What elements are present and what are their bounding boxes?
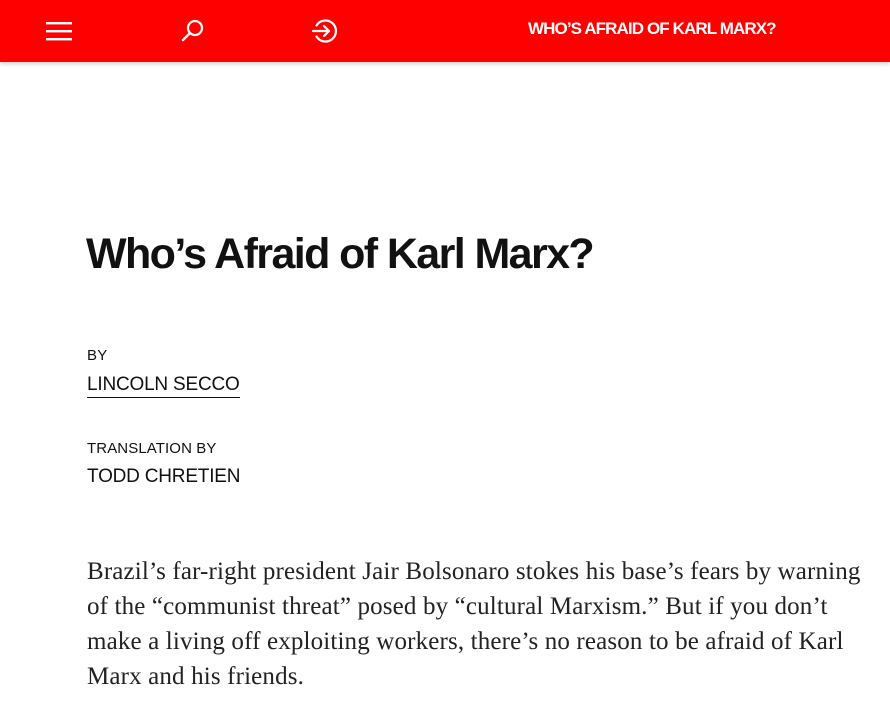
sign-in-icon <box>311 19 337 43</box>
sign-in-button[interactable] <box>307 13 343 49</box>
hamburger-menu-icon <box>46 22 72 41</box>
search-button[interactable] <box>174 13 210 49</box>
byline-label: BY <box>87 347 108 364</box>
author-link[interactable]: LINCOLN SECCO <box>87 374 240 398</box>
masthead-article-title[interactable]: WHO’S AFRAID OF KARL MARX? <box>528 19 777 39</box>
article-dek: Brazil’s far-right president Jair Bolson… <box>87 558 861 690</box>
translation-label: TRANSLATION BY <box>87 440 217 457</box>
search-icon <box>181 19 204 42</box>
menu-button[interactable] <box>41 13 77 49</box>
top-navigation-bar: WHO’S AFRAID OF KARL MARX? <box>0 0 890 62</box>
translator-name: TODD CHRETIEN <box>87 466 241 487</box>
article-title: Who’s Afraid of Karl Marx? <box>86 230 595 278</box>
